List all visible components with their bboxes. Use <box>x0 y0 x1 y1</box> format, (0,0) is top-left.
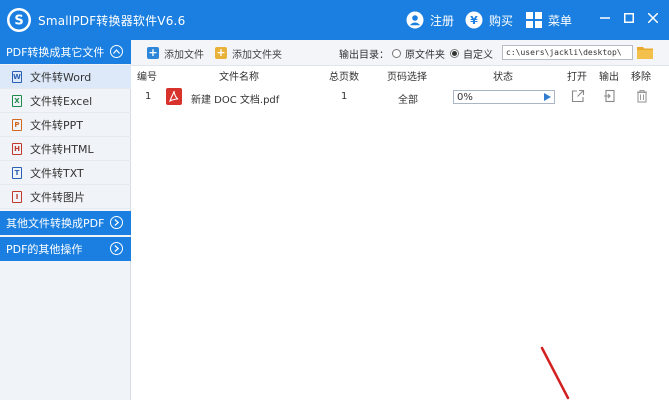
page-selection[interactable]: 全部 <box>398 91 418 106</box>
svg-text:S: S <box>14 14 23 29</box>
toolbar: + 添加文件 + 添加文件夹 输出目录： 原文件夹 自定义 <box>131 40 669 66</box>
register-label: 注册 <box>430 13 455 28</box>
ppt-file-icon: P <box>12 118 22 131</box>
sidebar-item-label: 文件转Excel <box>30 94 93 108</box>
sidebar-section-pdf-other-ops[interactable]: PDF的其他操作 <box>0 237 131 261</box>
add-folder-label: 添加文件夹 <box>232 49 282 61</box>
sidebar-section-pdf-to-other[interactable]: PDF转换成其它文件 <box>0 40 131 64</box>
column-header: 文件名称 <box>219 72 259 83</box>
sidebar-item-txt[interactable]: T 文件转TXT <box>0 161 131 185</box>
title-bar: S SmallPDF转换器软件V6.6 注册 ¥ 购买 菜单 <box>0 0 669 40</box>
add-file-label: 添加文件 <box>164 49 204 61</box>
svg-text:¥: ¥ <box>470 14 478 27</box>
buy-button[interactable]: ¥ 购买 <box>465 10 513 30</box>
close-button[interactable] <box>645 10 661 26</box>
minimize-icon <box>600 17 610 19</box>
radio-custom-folder[interactable]: 自定义 <box>450 46 493 61</box>
trash-icon[interactable] <box>635 89 649 103</box>
add-folder-icon: + <box>215 46 227 59</box>
radio-checked-icon <box>450 49 459 58</box>
radio-original-folder[interactable]: 原文件夹 <box>392 46 445 61</box>
pdf-file-icon <box>166 88 182 105</box>
maximize-button[interactable] <box>621 10 637 26</box>
progress-text: 0% <box>457 92 473 103</box>
buy-label: 购买 <box>489 13 514 28</box>
sidebar-item-html[interactable]: H 文件转HTML <box>0 137 131 161</box>
progress-bar: 0% <box>453 90 555 104</box>
column-header: 状态 <box>493 72 513 83</box>
txt-file-icon: T <box>12 166 22 179</box>
table-header: 编号 文件名称 总页数 页码选择 状态 打开 输出 移除 <box>131 66 669 83</box>
add-file-button[interactable]: + 添加文件 <box>147 45 204 61</box>
sidebar-section-label: PDF转换成其它文件 <box>6 46 105 59</box>
app-title: SmallPDF转换器软件V6.6 <box>38 14 186 28</box>
sidebar-item-label: 文件转HTML <box>30 142 94 156</box>
radio-label: 自定义 <box>463 50 493 61</box>
column-header: 移除 <box>631 72 651 83</box>
radio-label: 原文件夹 <box>405 50 445 61</box>
maximize-icon <box>624 13 634 23</box>
column-header: 总页数 <box>329 72 359 83</box>
app-logo-icon: S <box>7 8 31 32</box>
grid-menu-icon <box>526 12 542 28</box>
open-external-icon[interactable] <box>571 89 585 103</box>
row-index: 1 <box>145 91 152 102</box>
yen-icon: ¥ <box>465 11 483 29</box>
add-file-icon: + <box>147 46 159 59</box>
sidebar-item-label: 文件转TXT <box>30 166 84 180</box>
chevron-right-icon <box>110 242 123 255</box>
column-header: 打开 <box>567 72 587 83</box>
page-count: 1 <box>341 91 348 102</box>
file-name: 新建 DOC 文档.pdf <box>191 95 280 106</box>
excel-file-icon: X <box>12 94 22 107</box>
column-header: 页码选择 <box>387 72 427 83</box>
column-header: 输出 <box>599 72 619 83</box>
sidebar-section-other-to-pdf[interactable]: 其他文件转换成PDF <box>0 211 131 235</box>
folder-icon[interactable] <box>637 45 653 59</box>
minimize-button[interactable] <box>597 10 613 26</box>
output-path-input[interactable] <box>502 45 633 60</box>
add-folder-button[interactable]: + 添加文件夹 <box>215 45 282 61</box>
image-file-icon: I <box>12 190 22 203</box>
sidebar: PDF转换成其它文件 W 文件转Word X 文件转Excel P 文件转PPT… <box>0 40 131 400</box>
sidebar-item-label: 文件转Word <box>30 70 92 84</box>
sidebar-item-word[interactable]: W 文件转Word <box>0 65 131 89</box>
column-header: 编号 <box>137 72 157 83</box>
user-icon <box>406 11 424 29</box>
sidebar-section-label: 其他文件转换成PDF <box>6 217 105 230</box>
sidebar-item-ppt[interactable]: P 文件转PPT <box>0 113 131 137</box>
html-file-icon: H <box>12 142 22 155</box>
sidebar-item-label: 文件转图片 <box>30 190 85 204</box>
sidebar-item-label: 文件转PPT <box>30 118 83 132</box>
sidebar-section-label: PDF的其他操作 <box>6 243 83 256</box>
sidebar-item-image[interactable]: I 文件转图片 <box>0 185 131 209</box>
chevron-right-icon <box>110 216 123 229</box>
output-folder-icon[interactable] <box>603 89 617 103</box>
table-row[interactable]: 1 新建 DOC 文档.pdf 1 全部 0% <box>131 84 669 110</box>
register-button[interactable]: 注册 <box>406 10 454 30</box>
radio-unchecked-icon <box>392 49 401 58</box>
close-icon <box>648 13 658 23</box>
output-dir-label: 输出目录： <box>339 50 389 61</box>
sidebar-item-excel[interactable]: X 文件转Excel <box>0 89 131 113</box>
menu-label: 菜单 <box>548 13 573 28</box>
play-icon[interactable] <box>544 93 551 101</box>
annotation-arrow-icon <box>540 346 570 400</box>
menu-button[interactable]: 菜单 <box>526 10 572 30</box>
word-file-icon: W <box>12 70 22 83</box>
chevron-up-icon <box>110 45 123 58</box>
